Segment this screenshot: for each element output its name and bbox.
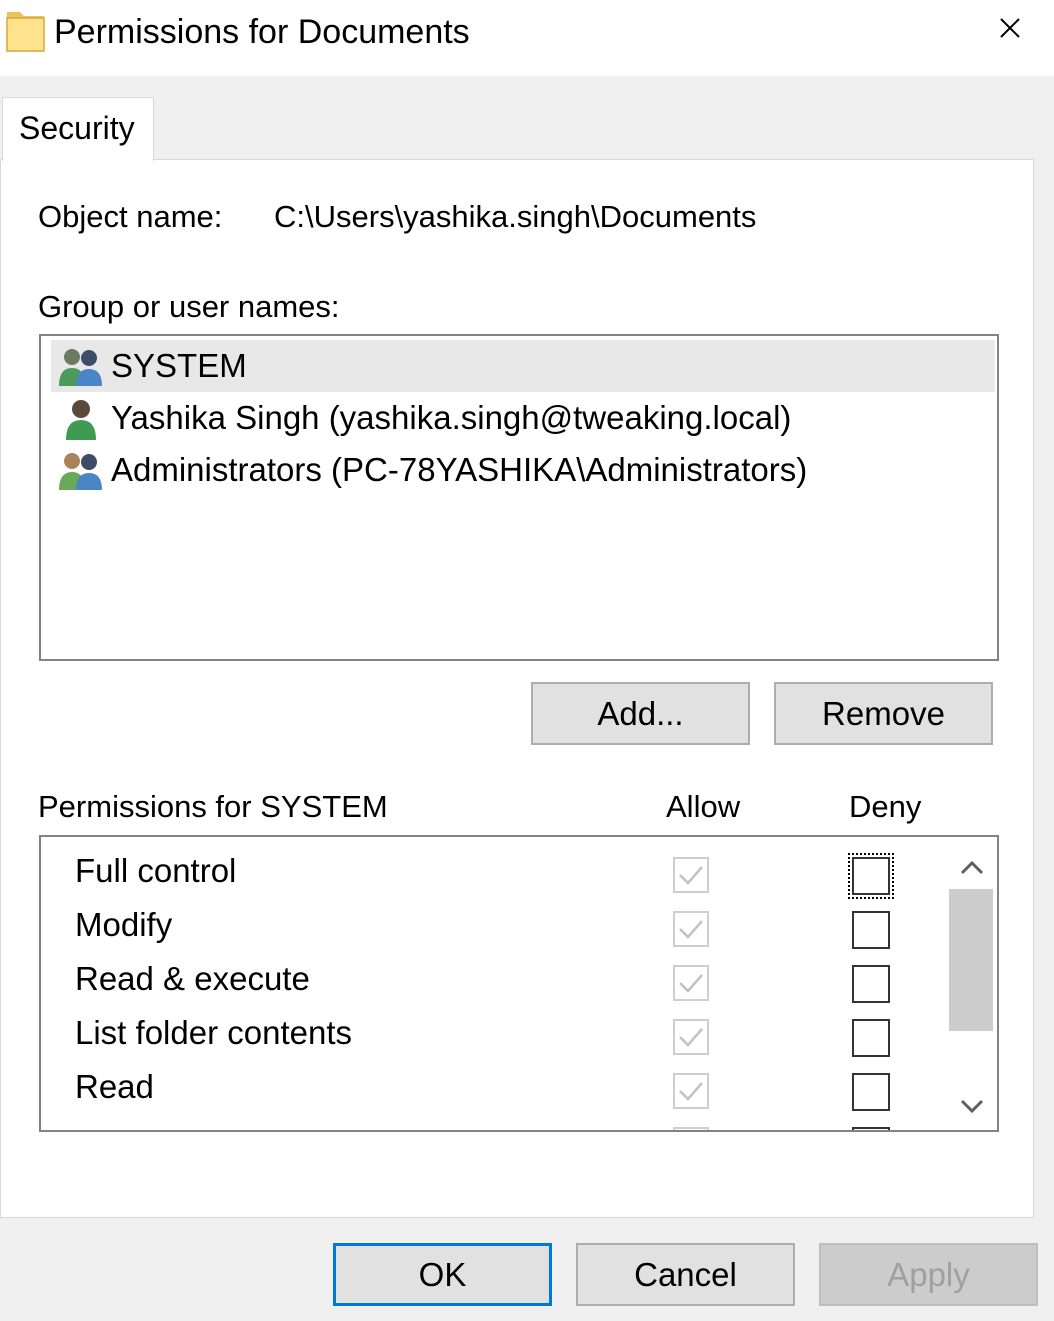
- permission-name: Full control: [75, 852, 237, 889]
- add-button[interactable]: Add...: [531, 682, 750, 745]
- check-icon: [679, 974, 703, 993]
- window-title: Permissions for Documents: [54, 13, 470, 51]
- deny-checkbox[interactable]: [852, 1073, 890, 1111]
- allow-checkbox: [673, 857, 709, 893]
- permission-name: Modify: [75, 906, 173, 943]
- check-icon: [679, 866, 703, 885]
- permissions-list: Full control Modify Read & execute List …: [39, 835, 999, 1132]
- permissions-scrollbar[interactable]: [947, 837, 997, 1130]
- permission-name: List folder contents: [75, 1014, 352, 1051]
- permissions-for-label: Permissions for SYSTEM: [38, 789, 388, 824]
- permission-row: Read & execute: [41, 953, 941, 1007]
- allow-checkbox: [673, 1073, 709, 1109]
- tab-security[interactable]: Security: [2, 97, 154, 161]
- permission-name: Read: [75, 1068, 154, 1105]
- user-list-item-administrators[interactable]: Administrators (PC-78YASHIKA\Administrat…: [51, 444, 995, 496]
- scroll-thumb[interactable]: [949, 889, 993, 1031]
- user-name: Yashika Singh (yashika.singh@tweaking.lo…: [111, 399, 792, 436]
- allow-checkbox: [673, 965, 709, 1001]
- allow-checkbox: [673, 911, 709, 947]
- tab-security-label: Security: [19, 110, 135, 146]
- allow-column-header: Allow: [666, 789, 741, 824]
- apply-button[interactable]: Apply: [819, 1243, 1038, 1306]
- group-user-names-label: Group or user names:: [38, 289, 340, 324]
- allow-checkbox: [673, 1127, 709, 1130]
- folder-icon: [6, 8, 46, 52]
- permission-row-partial: [41, 1115, 941, 1130]
- title-bar: Permissions for Documents: [0, 0, 1054, 76]
- deny-checkbox[interactable]: [852, 911, 890, 949]
- permission-row: Modify: [41, 899, 941, 953]
- scroll-up-button[interactable]: [947, 841, 997, 889]
- group-users-icon: [57, 450, 105, 492]
- deny-checkbox[interactable]: [848, 853, 894, 899]
- cancel-button[interactable]: Cancel: [576, 1243, 795, 1306]
- deny-checkbox[interactable]: [852, 1127, 890, 1130]
- check-icon: [679, 1028, 703, 1047]
- permission-row: Full control: [41, 845, 941, 899]
- object-name-label: Object name:: [38, 199, 223, 234]
- group-users-icon: [57, 346, 105, 388]
- chevron-up-icon: [960, 860, 984, 875]
- check-icon: [679, 1082, 703, 1101]
- deny-column-header: Deny: [849, 789, 922, 824]
- object-name-value: C:\Users\yashika.singh\Documents: [274, 199, 757, 234]
- permission-row: Read: [41, 1061, 941, 1115]
- user-name: SYSTEM: [111, 347, 247, 384]
- close-button[interactable]: [984, 6, 1036, 50]
- user-listbox[interactable]: SYSTEM Yashika Singh (yashika.singh@twea…: [39, 334, 999, 661]
- deny-checkbox[interactable]: [852, 965, 890, 1003]
- allow-checkbox: [673, 1019, 709, 1055]
- user-list-item-system[interactable]: SYSTEM: [51, 340, 995, 392]
- close-icon: [1000, 18, 1020, 38]
- user-name: Administrators (PC-78YASHIKA\Administrat…: [111, 451, 808, 488]
- remove-button[interactable]: Remove: [774, 682, 993, 745]
- permission-name: Read & execute: [75, 960, 310, 997]
- user-list-item-yashika[interactable]: Yashika Singh (yashika.singh@tweaking.lo…: [51, 392, 995, 444]
- ok-button[interactable]: OK: [333, 1243, 552, 1306]
- deny-checkbox[interactable]: [852, 1019, 890, 1057]
- check-icon: [679, 920, 703, 939]
- chevron-down-icon: [960, 1099, 984, 1114]
- permission-row: List folder contents: [41, 1007, 941, 1061]
- scroll-down-button[interactable]: [947, 1083, 997, 1130]
- user-icon: [57, 398, 105, 440]
